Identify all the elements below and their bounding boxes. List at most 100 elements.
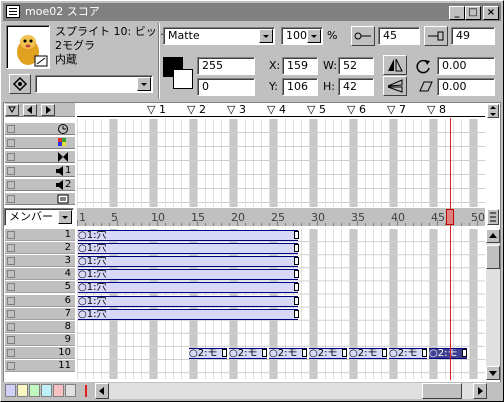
channel-toggle[interactable] xyxy=(7,195,15,203)
sprite-end-handle[interactable] xyxy=(294,283,299,292)
minimize-button[interactable]: _ xyxy=(449,6,465,20)
skew-field[interactable]: 0.00 xyxy=(437,78,495,96)
channel-toggle[interactable] xyxy=(7,296,15,305)
tempo-channel-label[interactable] xyxy=(5,123,75,135)
title-bar[interactable]: moe02 スコア _ □ × xyxy=(3,3,501,21)
x-field[interactable]: 159 xyxy=(282,57,318,75)
scroll-up-button[interactable] xyxy=(486,229,500,243)
sprite-end-handle[interactable] xyxy=(294,257,299,266)
window-menu-icon[interactable] xyxy=(6,5,20,18)
channel-toggle[interactable] xyxy=(7,335,15,344)
marker-3[interactable]: ▽ 3 xyxy=(227,103,246,117)
sprite-span[interactable]: ○1:穴 xyxy=(78,308,298,320)
sprite-channel-label[interactable]: 8 xyxy=(5,320,75,333)
marker-7[interactable]: ▽ 7 xyxy=(387,103,406,117)
display-mode-dropdown[interactable]: メンバー xyxy=(4,208,74,226)
special-channels-grid[interactable] xyxy=(77,119,485,207)
sprite-end-handle[interactable] xyxy=(222,348,227,357)
playhead-locator[interactable] xyxy=(79,384,93,398)
playhead-handle[interactable] xyxy=(446,209,454,225)
sprite-channel-label[interactable]: 11 xyxy=(5,360,75,372)
channel-toggle[interactable] xyxy=(7,362,15,370)
sound-2-channel-label[interactable]: 2 xyxy=(5,179,75,191)
background-color-chip[interactable] xyxy=(173,69,193,89)
channel-toggle[interactable] xyxy=(7,139,15,147)
horizontal-scroll-thumb[interactable] xyxy=(422,383,462,399)
scroll-left-button[interactable] xyxy=(95,383,109,399)
start-frame-field[interactable]: 45 xyxy=(378,27,420,45)
blend-dropdown[interactable]: 100 xyxy=(281,27,323,45)
end-frame-field[interactable]: 49 xyxy=(451,27,495,45)
sprite-end-handle[interactable] xyxy=(294,231,299,239)
sprite-end-handle[interactable] xyxy=(294,270,299,279)
sprite-end-handle[interactable] xyxy=(302,348,307,357)
close-button[interactable]: × xyxy=(483,6,499,20)
color-swatch[interactable] xyxy=(17,384,28,397)
sprite-end-handle[interactable] xyxy=(382,348,387,357)
channel-toggle[interactable] xyxy=(7,167,15,175)
channel-toggle[interactable] xyxy=(7,322,15,331)
sprite-channel-label[interactable]: 6 xyxy=(5,294,75,307)
channel-toggle[interactable] xyxy=(7,309,15,318)
sprite-channel-label[interactable]: 9 xyxy=(5,333,75,346)
marker-8[interactable]: ▽ 8 xyxy=(427,103,446,117)
next-marker-button[interactable] xyxy=(41,104,55,116)
color-swatch[interactable] xyxy=(41,384,52,397)
marker-4[interactable]: ▽ 4 xyxy=(267,103,286,117)
script-button[interactable] xyxy=(9,74,31,94)
rotation-field[interactable]: 0.00 xyxy=(437,57,495,75)
end-frame-button[interactable] xyxy=(424,26,448,46)
channel-toggle[interactable] xyxy=(7,125,15,133)
zoom-button[interactable] xyxy=(487,209,499,225)
sprite-channel-label[interactable]: 2 xyxy=(5,242,75,255)
marker-menu-button[interactable] xyxy=(5,104,19,116)
channel-toggle[interactable] xyxy=(7,270,15,279)
sprite-span[interactable]: ○1:穴 xyxy=(78,243,298,255)
sprite-end-handle[interactable] xyxy=(462,348,467,357)
sound-1-channel-label[interactable]: 1 xyxy=(5,165,75,177)
previous-marker-button[interactable] xyxy=(23,104,37,116)
vertical-scrollbar[interactable] xyxy=(486,229,500,380)
marker-5[interactable]: ▽ 5 xyxy=(307,103,326,117)
script-dropdown[interactable] xyxy=(35,75,153,93)
palette-channel-label[interactable] xyxy=(5,137,75,149)
color-swatch[interactable] xyxy=(29,384,40,397)
sprite-span[interactable]: ○1:穴 xyxy=(78,282,298,294)
channel-toggle[interactable] xyxy=(7,181,15,189)
foreground-color-field[interactable]: 255 xyxy=(197,57,255,75)
channel-toggle[interactable] xyxy=(7,348,15,357)
sprite-channel-label[interactable]: 3 xyxy=(5,255,75,268)
sprite-end-handle[interactable] xyxy=(294,309,299,318)
start-frame-button[interactable] xyxy=(351,26,375,46)
sprite-end-handle[interactable] xyxy=(294,296,299,305)
height-field[interactable]: 42 xyxy=(338,78,374,96)
channel-toggle[interactable] xyxy=(7,244,15,253)
sprite-span[interactable]: ○1:穴 xyxy=(78,230,298,241)
sprite-channel-label[interactable]: 10 xyxy=(5,346,75,359)
marker-6[interactable]: ▽ 6 xyxy=(347,103,366,117)
color-swatch[interactable] xyxy=(5,384,16,397)
sprite-color-swatches[interactable] xyxy=(5,384,77,397)
sprite-channel-label[interactable]: 1 xyxy=(5,229,75,241)
marker-channel[interactable]: ▽ 1 ▽ 2 ▽ 3 ▽ 4 ▽ 5 ▽ 6 ▽ 7 ▽ 8 xyxy=(77,103,485,117)
ink-dropdown[interactable]: Matte xyxy=(163,27,275,45)
sprite-end-handle[interactable] xyxy=(422,348,427,357)
sprite-span[interactable]: ○1:穴 xyxy=(78,256,298,268)
split-button[interactable] xyxy=(487,104,499,118)
sprite-end-handle[interactable] xyxy=(342,348,347,357)
background-color-field[interactable]: 0 xyxy=(197,78,255,96)
channel-toggle[interactable] xyxy=(7,257,15,266)
vertical-scroll-thumb[interactable] xyxy=(486,245,500,269)
color-swatch[interactable] xyxy=(65,384,76,397)
width-field[interactable]: 52 xyxy=(338,57,374,75)
scroll-down-button[interactable] xyxy=(486,366,500,380)
y-field[interactable]: 106 xyxy=(282,78,318,96)
marker-1[interactable]: ▽ 1 xyxy=(147,103,166,117)
channel-toggle[interactable] xyxy=(7,153,15,161)
sprite-span[interactable]: ○1:穴 xyxy=(78,295,298,307)
sprite-span[interactable]: ○1:穴 xyxy=(78,269,298,281)
scroll-right-button[interactable] xyxy=(473,383,487,399)
sprite-channel-label[interactable]: 7 xyxy=(5,307,75,320)
sprite-thumbnail[interactable] xyxy=(6,25,50,69)
channel-toggle[interactable] xyxy=(7,283,15,292)
